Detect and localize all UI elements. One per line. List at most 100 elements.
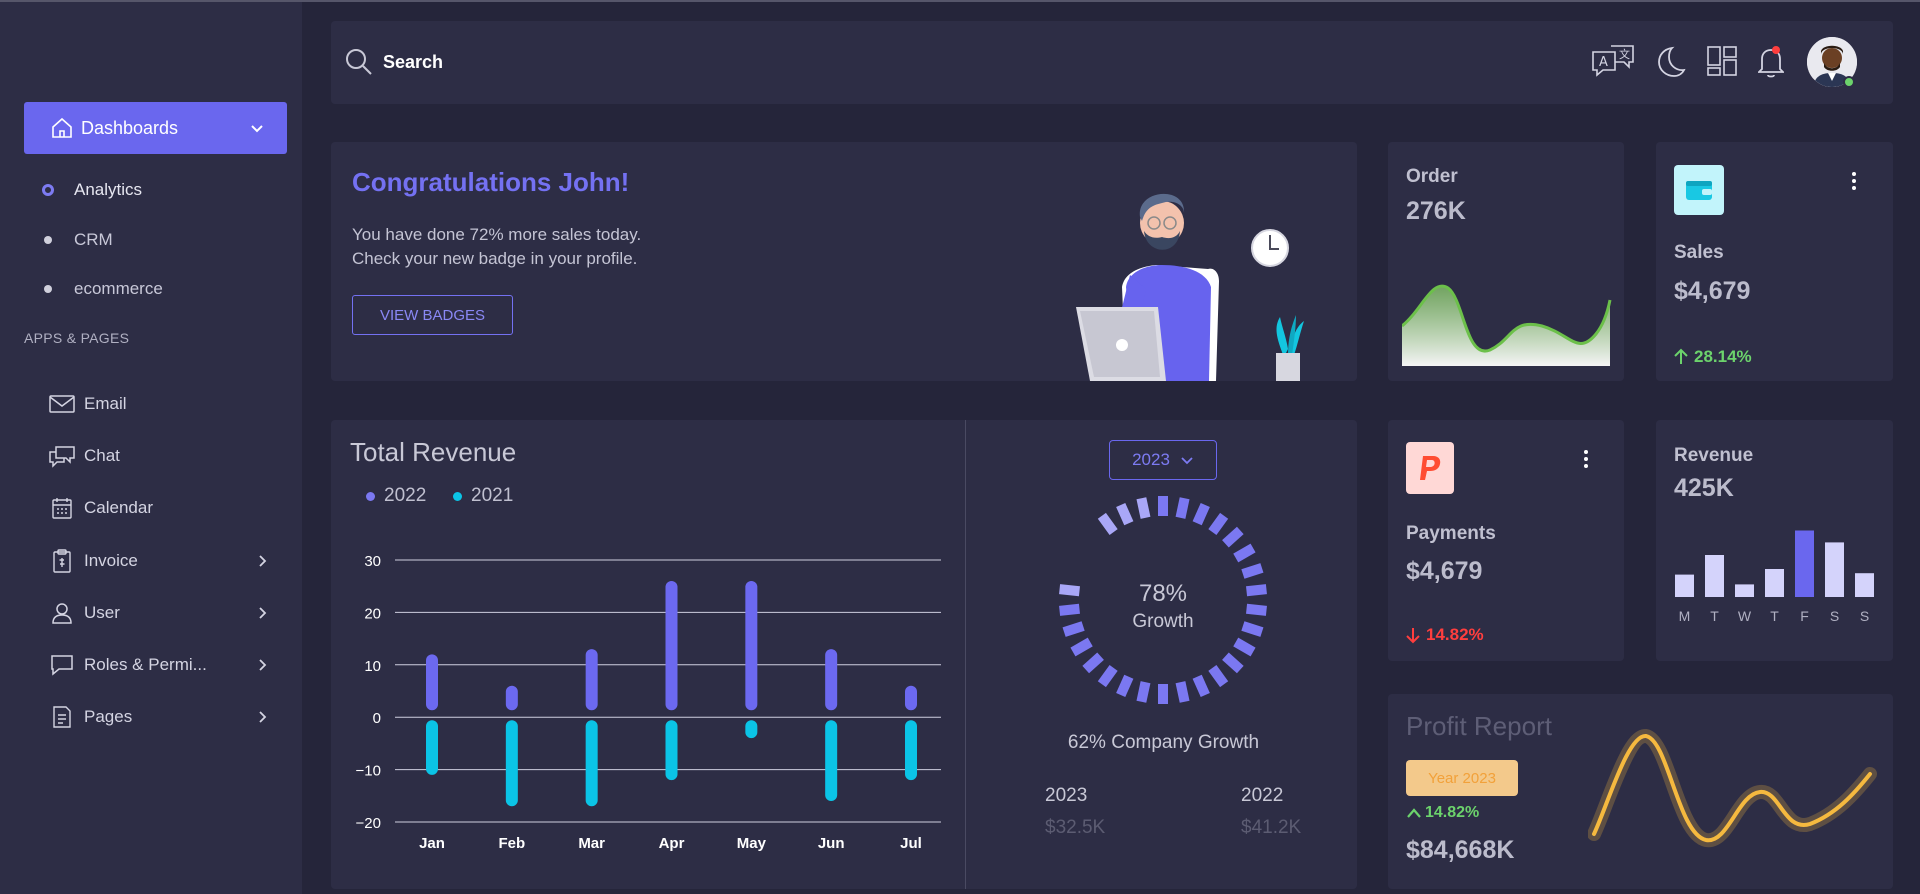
order-label: Order bbox=[1406, 166, 1458, 187]
sidebar-item-roles-permissions[interactable]: Roles & Permi... bbox=[48, 647, 293, 683]
congrats-line: Check your new badge in your profile. bbox=[352, 249, 638, 268]
svg-text:A: A bbox=[1599, 55, 1608, 70]
congratulations-card: Congratulations John! You have done 72% … bbox=[331, 142, 1357, 381]
profit-report-card: Profit Report Year 2023 14.82% $84,668K bbox=[1388, 694, 1893, 889]
sales-card: Sales $4,679 28.14% bbox=[1656, 142, 1893, 381]
sidebar-item-label: Calendar bbox=[84, 498, 153, 517]
bar-2021 bbox=[505, 720, 518, 807]
weekday-label: T bbox=[1770, 608, 1779, 624]
x-tick-label: Jul bbox=[900, 835, 922, 852]
dashboards-menu-button[interactable]: Dashboards bbox=[24, 102, 287, 154]
year-select-dropdown[interactable]: 2023 bbox=[1109, 440, 1217, 480]
pages-icon bbox=[48, 704, 76, 730]
y-tick-label: 0 bbox=[373, 710, 381, 727]
y-tick-label: −20 bbox=[356, 815, 381, 832]
chevron-up-icon bbox=[1407, 808, 1421, 818]
weekday-bar bbox=[1795, 530, 1814, 597]
chevron-down-icon bbox=[249, 120, 265, 141]
bar-2022 bbox=[665, 580, 678, 711]
bar-2021 bbox=[665, 720, 678, 781]
arrow-up-icon bbox=[1674, 348, 1688, 364]
sales-value: $4,679 bbox=[1674, 277, 1751, 305]
sidebar-item-calendar[interactable]: Calendar bbox=[48, 490, 293, 526]
gauge-segment bbox=[1208, 665, 1229, 688]
chat-bubble-icon bbox=[48, 652, 76, 678]
x-tick-label: May bbox=[737, 835, 767, 852]
gauge-segment bbox=[1233, 637, 1256, 657]
y-tick-label: 20 bbox=[364, 605, 381, 622]
more-options-icon[interactable] bbox=[1850, 172, 1858, 193]
sidebar-item-email[interactable]: Email bbox=[48, 386, 293, 422]
x-tick-label: Jan bbox=[419, 835, 445, 852]
moon-icon[interactable] bbox=[1656, 46, 1686, 83]
search-input[interactable]: Search bbox=[383, 52, 443, 73]
mail-icon bbox=[48, 391, 76, 417]
sidebar-item-label: Email bbox=[84, 394, 127, 413]
chevron-right-icon bbox=[255, 656, 269, 679]
growth-value-2022: $41.2K bbox=[1241, 817, 1302, 838]
gauge-segment bbox=[1116, 502, 1134, 526]
bar-2022 bbox=[745, 580, 758, 711]
bar-2021 bbox=[426, 720, 438, 775]
online-status-dot bbox=[1843, 76, 1855, 88]
bar-2022 bbox=[825, 649, 838, 711]
sidebar-item-label: User bbox=[84, 603, 120, 622]
apps-grid-icon[interactable] bbox=[1707, 46, 1737, 81]
weekday-bar bbox=[1765, 569, 1784, 597]
sidebar-item-label: CRM bbox=[74, 230, 113, 249]
view-badges-button[interactable]: VIEW BADGES bbox=[352, 295, 513, 335]
translate-icon[interactable]: A文 bbox=[1591, 44, 1635, 83]
sidebar-item-pages[interactable]: Pages bbox=[48, 699, 293, 735]
congrats-line: You have done 72% more sales today. bbox=[352, 225, 642, 244]
card-divider bbox=[965, 420, 966, 889]
gauge-segment bbox=[1246, 603, 1267, 616]
weekday-label: M bbox=[1679, 608, 1691, 624]
y-tick-label: 10 bbox=[364, 658, 381, 675]
gauge-segment bbox=[1097, 512, 1118, 535]
user-icon bbox=[48, 600, 76, 626]
dashboards-label: Dashboards bbox=[81, 118, 179, 138]
sidebar-item-ecommerce[interactable]: ecommerce bbox=[44, 279, 163, 299]
chevron-right-icon bbox=[255, 708, 269, 731]
order-card: Order 276K bbox=[1388, 142, 1624, 381]
gauge-segment bbox=[1222, 652, 1244, 674]
paypal-icon bbox=[1406, 442, 1454, 494]
bell-icon[interactable] bbox=[1756, 45, 1786, 84]
weekday-bar bbox=[1705, 555, 1724, 597]
calendar-icon bbox=[48, 495, 76, 521]
growth-percent: 78% bbox=[1138, 580, 1188, 607]
gauge-segment bbox=[1062, 621, 1085, 637]
growth-value-2023: $32.5K bbox=[1045, 817, 1106, 838]
search-icon[interactable] bbox=[345, 48, 373, 81]
gauge-segment bbox=[1246, 584, 1267, 597]
sidebar-item-user[interactable]: User bbox=[48, 595, 293, 631]
bar-2022 bbox=[585, 649, 598, 711]
growth-year-2022: 2022 bbox=[1241, 785, 1284, 806]
weekday-label: S bbox=[1830, 608, 1839, 624]
order-value: 276K bbox=[1406, 197, 1466, 225]
revenue-card: Revenue 425K MTWTFSS bbox=[1656, 420, 1893, 661]
profit-report-title: Profit Report bbox=[1406, 711, 1552, 741]
y-tick-label: −10 bbox=[356, 763, 381, 780]
sidebar-item-crm[interactable]: CRM bbox=[44, 230, 113, 250]
gauge-segment bbox=[1097, 665, 1118, 688]
bar-2022 bbox=[505, 685, 518, 711]
bar-2021 bbox=[745, 720, 758, 739]
gauge-segment bbox=[1241, 621, 1264, 637]
profit-value: $84,668K bbox=[1406, 836, 1515, 864]
gauge-segment bbox=[1070, 637, 1093, 657]
svg-text:文: 文 bbox=[1619, 47, 1630, 61]
x-tick-label: Feb bbox=[498, 835, 525, 852]
chat-icon bbox=[48, 443, 76, 469]
sidebar-item-invoice[interactable]: Invoice bbox=[48, 543, 293, 579]
sales-label: Sales bbox=[1674, 242, 1724, 263]
sidebar-item-chat[interactable]: Chat bbox=[48, 438, 293, 474]
growth-label: Growth bbox=[1132, 611, 1194, 632]
sidebar-item-label: Roles & Permi... bbox=[84, 655, 207, 674]
x-tick-label: Mar bbox=[578, 835, 605, 852]
more-options-icon[interactable] bbox=[1582, 450, 1590, 471]
bar-2022 bbox=[905, 685, 917, 711]
invoice-icon bbox=[48, 548, 76, 574]
bar-2021 bbox=[905, 720, 917, 781]
sidebar-item-analytics[interactable]: Analytics bbox=[42, 180, 142, 200]
